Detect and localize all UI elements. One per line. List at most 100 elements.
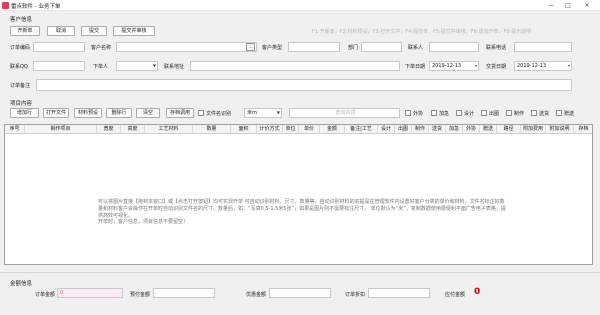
gift-label: 赠送 — [564, 111, 575, 117]
customer-type-field[interactable] — [288, 42, 340, 52]
col-item[interactable]: 制作项目 — [25, 125, 97, 134]
clear-button[interactable]: 清空 — [136, 108, 160, 118]
chevron-down-icon: ▼ — [276, 110, 280, 115]
col-price[interactable]: 单价 — [299, 125, 320, 134]
production-checkbox[interactable] — [506, 110, 512, 116]
help-warning: 开单时，客户信息，项目信息不要留空！ — [98, 219, 189, 225]
archive-load-button[interactable]: 存档调用 — [166, 108, 194, 118]
unit-select[interactable]: 米m ▼ — [244, 108, 282, 118]
order-discount-label: 订单折扣 — [345, 292, 366, 298]
col-material[interactable]: 工艺材料 — [145, 125, 193, 134]
col-archive[interactable]: 存档 — [574, 125, 593, 134]
remark-label: 订单备注 — [10, 83, 31, 89]
urgent-label: 加急 — [439, 111, 450, 117]
col-amount[interactable]: 金额 — [320, 125, 345, 134]
qq-label: 联系QQ — [10, 64, 28, 70]
contact-phone-field[interactable] — [514, 42, 572, 52]
filename-recognize-label: 文件名识别 — [206, 111, 232, 117]
qq-field[interactable] — [33, 61, 85, 71]
order-discount-field[interactable] — [368, 288, 430, 298]
contact-field[interactable] — [429, 42, 479, 52]
open-file-button[interactable]: 打开文件 — [43, 108, 69, 118]
delivery-label: 送货 — [539, 111, 550, 117]
outsource-label: 外协 — [413, 111, 424, 117]
totals-section-label: 金额信息 — [10, 281, 33, 287]
order-no-label: 订单编码 — [10, 45, 31, 51]
address-label: 联系地址 — [164, 64, 185, 70]
customer-name-field[interactable] — [116, 42, 257, 52]
contact-phone-label: 联系电话 — [486, 45, 507, 51]
shortcut-hint: F1:开新单，F2:材料预设，F3:打开文件，F4:提交单，F5:提交并审核，F… — [312, 29, 532, 35]
col-area[interactable]: 面积 — [231, 125, 257, 134]
add-row-button[interactable]: 增加行 — [10, 108, 39, 118]
order-date-picker[interactable]: 2019-12-13 ▾ — [429, 61, 479, 71]
payable-label: 应付金额 — [445, 292, 466, 298]
submit-button[interactable]: 提交 — [81, 26, 107, 36]
col-gift[interactable]: 赠送 — [480, 125, 497, 134]
col-path[interactable]: 路径 — [497, 125, 521, 134]
col-quantity[interactable]: 数量 — [193, 125, 231, 134]
maximize-button[interactable]: □ — [561, 0, 575, 11]
divider — [0, 272, 600, 273]
chevron-down-icon: ▼ — [152, 63, 156, 68]
delete-row-button[interactable]: 删除行 — [106, 108, 132, 118]
col-urgent[interactable]: 加急 — [446, 125, 463, 134]
urgent-checkbox[interactable] — [431, 110, 437, 116]
contact-label: 联系人 — [408, 45, 424, 51]
discount-field[interactable] — [269, 288, 331, 298]
filename-recognize-checkbox[interactable] — [198, 110, 204, 116]
order-amount-label: 订单金额 — [35, 292, 56, 298]
project-section-label: 项目内容 — [10, 101, 33, 107]
delivery-date-picker[interactable]: 2019-12-13 ▾ — [514, 61, 572, 71]
order-amount-field[interactable]: 0 — [57, 288, 123, 298]
delivery-checkbox[interactable] — [531, 110, 537, 116]
col-pricing[interactable]: 计价方式 — [257, 125, 283, 134]
order-items-table[interactable]: 序号 制作项目 宽度 高度 工艺材料 数量 面积 计价方式 单位 单价 金额 备… — [4, 124, 593, 265]
prepaid-field[interactable] — [153, 288, 215, 298]
col-outsource[interactable]: 外协 — [463, 125, 480, 134]
placed-by-select[interactable]: ▼ — [116, 61, 158, 71]
department-field[interactable] — [361, 42, 402, 52]
help-text: 可以将图片直接【拖到本窗口】或【点击打开按钮】均可实现开单 可自动识别材料、尺寸… — [98, 199, 506, 219]
minimize-button[interactable]: — — [544, 0, 558, 11]
new-order-button[interactable]: 开新单 — [10, 26, 40, 36]
order-date-value: 2019-12-13 — [432, 63, 462, 69]
col-width[interactable]: 宽度 — [97, 125, 121, 134]
table-header: 序号 制作项目 宽度 高度 工艺材料 数量 面积 计价方式 单位 单价 金额 备… — [5, 125, 592, 134]
title-bar — [0, 0, 600, 11]
order-no-field[interactable] — [33, 42, 85, 52]
col-remark-process[interactable]: 备注|工艺 — [345, 125, 378, 134]
col-extra-note[interactable]: 附加说明 — [546, 125, 574, 134]
material-preset-button[interactable]: 材料预设 — [74, 108, 102, 118]
payable-amount: 0 — [474, 287, 481, 297]
placed-by-label: 下单人 — [93, 64, 109, 70]
close-button[interactable]: ✕ — [580, 0, 594, 11]
order-date-label: 下单日期 — [405, 64, 426, 70]
col-production[interactable]: 制作 — [412, 125, 429, 134]
search-input[interactable]: 查询内容 — [289, 108, 400, 118]
customer-section-label: 客户信息 — [10, 17, 33, 23]
remark-field[interactable] — [36, 79, 572, 91]
browse-customer-icon[interactable]: … — [246, 43, 255, 51]
col-output[interactable]: 出图 — [395, 125, 412, 134]
window-title: 雷点软件 - 业务下单 — [11, 4, 61, 10]
output-checkbox[interactable] — [481, 110, 487, 116]
prepaid-label: 预付金额 — [130, 292, 151, 298]
col-extra-fee[interactable]: 附加费用 — [521, 125, 546, 134]
gift-checkbox[interactable] — [556, 110, 562, 116]
cancel-button[interactable]: 取消 — [47, 26, 75, 36]
delivery-date-value: 2019-12-13 — [517, 63, 547, 69]
col-index[interactable]: 序号 — [5, 125, 25, 134]
customer-name-label: 客户名称 — [91, 45, 112, 51]
unit-value: 米m — [247, 110, 257, 116]
col-unit[interactable]: 单位 — [283, 125, 299, 134]
col-delivery[interactable]: 送货 — [429, 125, 446, 134]
col-height[interactable]: 高度 — [121, 125, 145, 134]
calendar-icon: ▾ — [474, 63, 477, 68]
address-field[interactable] — [190, 61, 400, 71]
col-design[interactable]: 设计 — [378, 125, 395, 134]
delivery-date-label: 交货日期 — [486, 64, 507, 70]
design-checkbox[interactable] — [456, 110, 462, 116]
outsource-checkbox[interactable] — [405, 110, 411, 116]
submit-approve-button[interactable]: 提交并审核 — [113, 26, 155, 36]
